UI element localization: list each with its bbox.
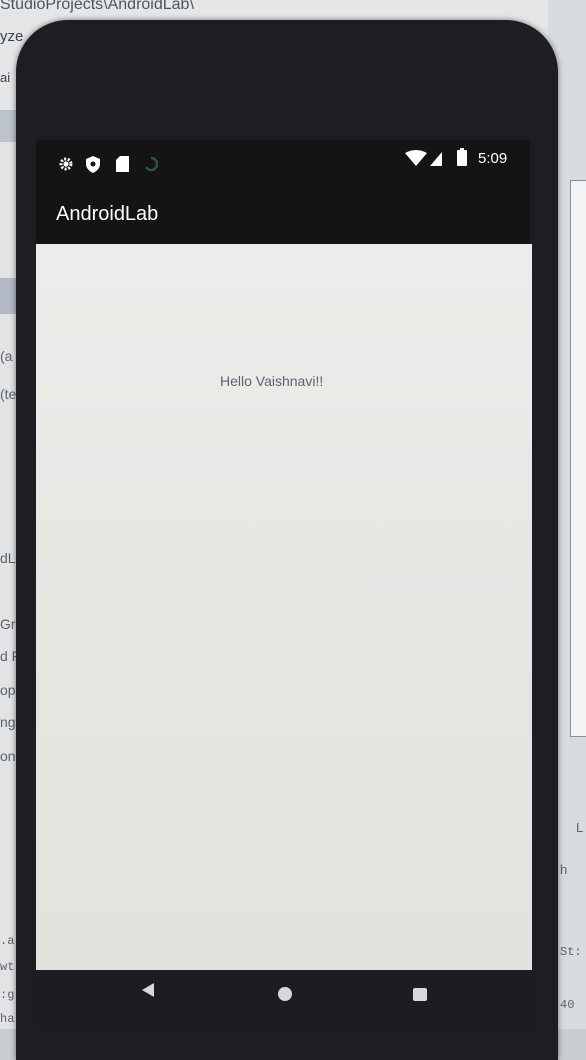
app-content-area (36, 244, 532, 970)
ide-tab[interactable]: ai (0, 70, 10, 85)
ide-label: L (576, 820, 584, 835)
sd-card-icon (116, 156, 129, 177)
ide-breadcrumb: StudioProjects\AndroidLab\ (0, 0, 194, 13)
back-icon[interactable] (142, 983, 154, 997)
ide-log-line: 40 (560, 998, 575, 1012)
status-time: 5:09 (478, 150, 508, 167)
app-title: AndroidLab (56, 203, 159, 225)
ide-log-line: .a (0, 934, 15, 948)
signal-icon (430, 152, 442, 171)
ide-log-line: St: (560, 945, 582, 959)
ide-label: h (560, 862, 568, 877)
battery-icon (457, 148, 467, 171)
ide-side-pane (570, 180, 586, 737)
sync-icon (144, 156, 159, 177)
home-icon[interactable] (278, 987, 292, 1001)
ide-log-line: wt (0, 960, 15, 974)
ide-menu-analyze[interactable]: yze (0, 28, 23, 45)
status-bar (36, 140, 530, 190)
ide-code-line: (a (0, 348, 13, 364)
ide-log-line: ha (0, 1012, 15, 1026)
wifi-icon (405, 150, 427, 171)
recents-icon[interactable] (413, 988, 427, 1001)
shield-icon (86, 156, 100, 178)
ide-log-line: :g (0, 988, 15, 1002)
settings-icon (58, 156, 74, 177)
ide-code-line: (te (0, 386, 17, 402)
hello-text: Hello Vaishnavi!! (220, 373, 324, 389)
